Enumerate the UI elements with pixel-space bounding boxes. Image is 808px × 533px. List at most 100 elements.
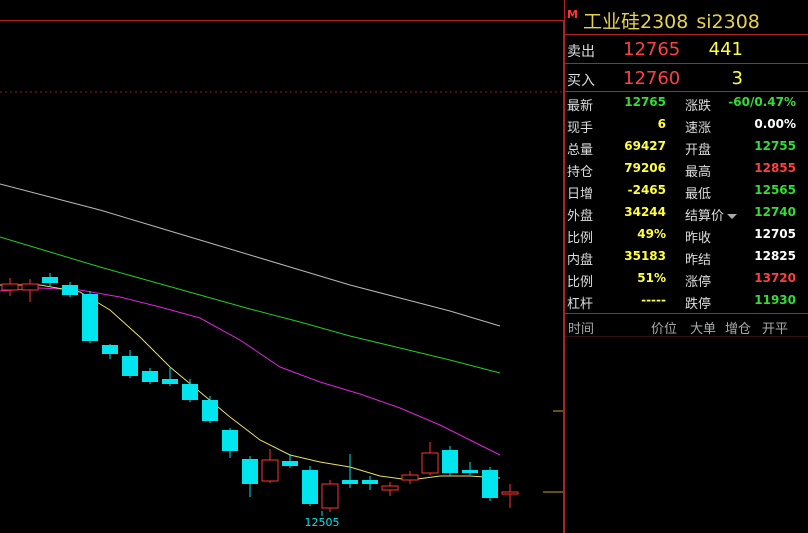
- candle-down: [222, 430, 238, 451]
- col-position-change[interactable]: 增仓: [725, 318, 751, 337]
- sell-volume: 441: [708, 39, 743, 60]
- instrument-name: 工业硅2308: [583, 11, 689, 33]
- buy-volume: 3: [731, 68, 743, 89]
- candle-up: [401, 474, 419, 481]
- candle-down: [242, 459, 258, 484]
- candle-down: [82, 294, 98, 341]
- candle-down: [282, 461, 298, 466]
- stat-label: 涨跌: [685, 99, 712, 114]
- stat-value: 0.00%: [754, 117, 796, 131]
- stat-value: 35183: [624, 249, 666, 263]
- stat-row: 最新 12765 涨跌 -60/0.47%: [565, 92, 808, 114]
- quote-panel: M 工业硅2308 si2308 卖出 12765 441 买入 12760 3 …: [564, 0, 808, 533]
- stat-label: 涨停: [685, 275, 712, 290]
- divider: [565, 313, 808, 314]
- buy-label: 买入: [567, 73, 595, 89]
- stat-label: 结算价: [685, 209, 725, 224]
- chart-low-label: 12505: [305, 516, 340, 529]
- stat-row: 比例 51% 涨停 13720: [565, 268, 808, 290]
- stat-value: 12705: [754, 227, 796, 241]
- stat-value: 34244: [624, 205, 666, 219]
- stat-value: 12565: [754, 183, 796, 197]
- candle-down: [162, 379, 178, 384]
- candle-down: [462, 470, 478, 473]
- candle-up: [321, 483, 339, 509]
- col-open-close[interactable]: 开平: [762, 318, 788, 337]
- candle-down: [362, 480, 378, 484]
- stat-label: 日增: [567, 187, 594, 202]
- chevron-down-icon[interactable]: [727, 214, 738, 219]
- stat-value: 12740: [754, 205, 796, 219]
- stat-row: 外盘 34244 结算价 12740: [565, 202, 808, 224]
- stat-value: 51%: [637, 271, 666, 285]
- stat-label: 总量: [567, 143, 594, 158]
- buy-quote-row[interactable]: 买入 12760 3: [565, 65, 808, 91]
- stat-label: 持仓: [567, 165, 594, 180]
- candle-down: [442, 450, 458, 473]
- tick-list-header: 时间 价位 大单 增仓 开平: [565, 316, 808, 337]
- buy-price: 12760: [623, 68, 681, 89]
- stat-label: 杠杆: [567, 297, 594, 312]
- stat-label: 内盘: [567, 253, 594, 268]
- ma-line-magenta: [0, 287, 501, 456]
- candle-down: [62, 285, 78, 295]
- candle-up: [421, 452, 439, 474]
- stat-value: 79206: [624, 161, 666, 175]
- candle-down: [202, 400, 218, 421]
- stat-label: 比例: [567, 275, 594, 290]
- instrument-title-row: M 工业硅2308 si2308: [565, 4, 808, 34]
- stat-row: 杠杆 ----- 跌停 11930: [565, 290, 808, 312]
- stat-label: 开盘: [685, 143, 712, 158]
- candle-down: [302, 470, 318, 504]
- stat-value: 12755: [754, 139, 796, 153]
- stat-row: 日增 -2465 最低 12565: [565, 180, 808, 202]
- candle-down: [142, 371, 158, 382]
- col-time[interactable]: 时间: [568, 318, 594, 337]
- candlestick-chart[interactable]: 12505: [0, 0, 564, 533]
- col-big-order[interactable]: 大单: [690, 318, 716, 337]
- stat-value: -2465: [627, 183, 666, 197]
- stat-label: 现手: [567, 121, 594, 136]
- stat-value: -60/0.47%: [728, 95, 796, 109]
- stat-value: 12765: [624, 95, 666, 109]
- stat-value: 49%: [637, 227, 666, 241]
- instrument-code: si2308: [696, 11, 760, 33]
- sell-label: 卖出: [567, 44, 595, 60]
- candle-up: [501, 491, 519, 495]
- candle-up: [1, 283, 19, 291]
- candle-down: [122, 356, 138, 376]
- stat-value: 12825: [754, 249, 796, 263]
- stat-row: 持仓 79206 最高 12855: [565, 158, 808, 180]
- stat-label: 跌停: [685, 297, 712, 312]
- stat-row: 内盘 35183 昨结 12825: [565, 246, 808, 268]
- ma-line-white: [0, 183, 501, 327]
- candle-down: [182, 384, 198, 400]
- stat-row: 总量 69427 开盘 12755: [565, 136, 808, 158]
- stat-label: 最低: [685, 187, 712, 202]
- divider: [565, 34, 808, 35]
- sell-quote-row[interactable]: 卖出 12765 441: [565, 36, 808, 62]
- candle-down: [102, 345, 118, 354]
- instrument-title: 工业硅2308 si2308: [583, 7, 760, 34]
- stat-label: 昨结: [685, 253, 712, 268]
- candle-down: [42, 277, 58, 283]
- stat-value: 13720: [754, 271, 796, 285]
- stat-label: 外盘: [567, 209, 594, 224]
- candle-up: [21, 283, 39, 291]
- col-price[interactable]: 价位: [651, 318, 677, 337]
- candle-down: [482, 470, 498, 498]
- stat-label: 速涨: [685, 121, 712, 136]
- stat-label: 比例: [567, 231, 594, 246]
- candle-up: [381, 485, 399, 491]
- candle-up: [261, 459, 279, 482]
- stat-label: 最新: [567, 99, 594, 114]
- market-badge: M: [567, 8, 578, 21]
- settlement-price-selector[interactable]: 结算价: [685, 205, 738, 224]
- stat-value: 6: [657, 117, 666, 131]
- stat-row: 现手 6 速涨 0.00%: [565, 114, 808, 136]
- stat-value: 12855: [754, 161, 796, 175]
- stat-row: 比例 49% 昨收 12705: [565, 224, 808, 246]
- divider: [565, 63, 808, 64]
- sell-price: 12765: [623, 39, 681, 60]
- divider: [565, 336, 808, 337]
